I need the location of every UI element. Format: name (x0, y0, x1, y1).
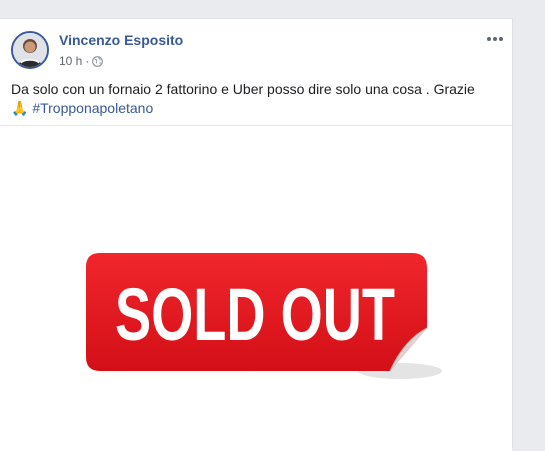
post-text-main: Da solo con un fornaio 2 fattorino e Ube… (11, 81, 475, 97)
page-top-gap (0, 0, 545, 18)
more-options-button[interactable] (482, 29, 508, 49)
pray-emoji: 🙏 (11, 100, 29, 116)
post-text: Da solo con un fornaio 2 fattorino e Ube… (11, 80, 503, 118)
author-name[interactable]: Vincenzo Esposito (59, 32, 183, 48)
hashtag-link[interactable]: #Tropponapoletano (32, 100, 153, 116)
avatar-image (13, 33, 47, 67)
post-time[interactable]: 10 h (59, 54, 82, 68)
avatar[interactable] (11, 31, 49, 69)
post-card: Vincenzo Esposito 10 h · Da solo con un … (0, 18, 513, 451)
meta-separator: · (85, 54, 90, 68)
right-gutter (513, 18, 545, 450)
more-options-icon (487, 37, 503, 41)
post-image[interactable]: SOLD OUT (0, 126, 512, 451)
post-meta: 10 h · (59, 54, 104, 68)
sold-out-text: SOLD OUT (115, 273, 395, 356)
globe-icon[interactable] (92, 55, 104, 67)
sold-out-sticker: SOLD OUT (86, 253, 442, 379)
